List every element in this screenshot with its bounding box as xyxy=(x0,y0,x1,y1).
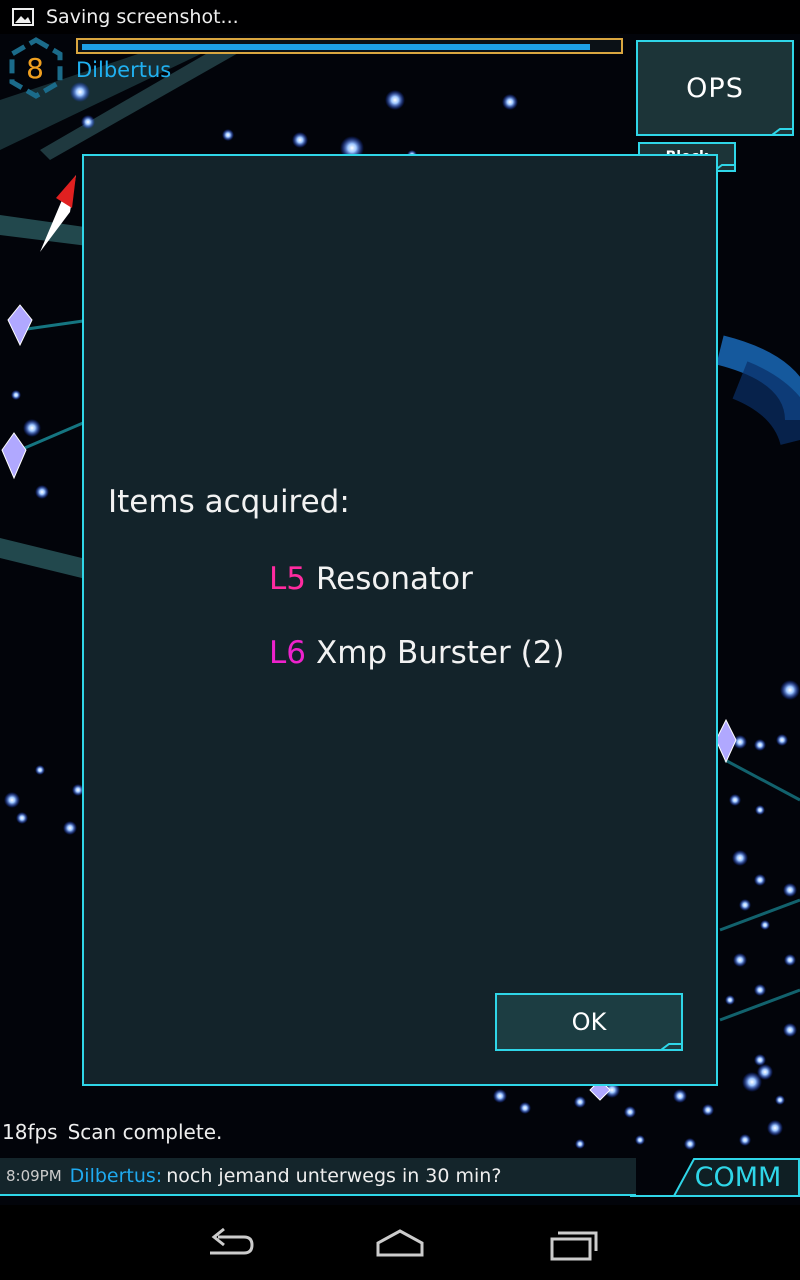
xm-particle xyxy=(767,1120,783,1136)
xm-particle xyxy=(23,419,41,437)
xm-particle xyxy=(783,883,797,897)
xm-particle xyxy=(574,1096,586,1108)
xm-particle xyxy=(292,132,308,148)
xm-particle xyxy=(16,812,28,824)
xm-particle xyxy=(70,82,90,102)
xm-particle xyxy=(35,765,45,775)
xm-particle xyxy=(776,734,788,746)
xm-particle xyxy=(519,1102,531,1114)
xm-particle xyxy=(754,984,766,996)
xm-particle xyxy=(725,995,735,1005)
home-icon[interactable] xyxy=(370,1223,430,1263)
ok-label: OK xyxy=(571,1008,607,1036)
xm-particle xyxy=(385,90,405,110)
agent-name[interactable]: Dilbertus xyxy=(76,58,171,82)
xm-bar-fill xyxy=(82,44,590,50)
xm-particle xyxy=(755,805,765,815)
xm-bar xyxy=(76,38,623,54)
image-icon xyxy=(12,8,34,26)
ops-button[interactable]: OPS xyxy=(636,40,794,136)
xm-particle xyxy=(81,115,95,129)
xm-particle xyxy=(702,1104,714,1116)
fps-counter: 18fps xyxy=(2,1120,58,1144)
xm-particle xyxy=(739,899,751,911)
xm-particle xyxy=(732,850,748,866)
xm-particle xyxy=(783,1023,797,1037)
item-name: Resonator xyxy=(316,561,473,597)
xm-particle xyxy=(739,1134,751,1146)
xm-particle xyxy=(780,680,800,700)
xm-particle xyxy=(635,1135,645,1145)
xm-particle xyxy=(35,485,49,499)
item-row: L6 Xmp Burster (2) xyxy=(269,635,565,671)
item-row: L5 Resonator xyxy=(269,561,473,597)
ok-button[interactable]: OK xyxy=(495,993,683,1051)
xm-particle xyxy=(760,920,770,930)
navigation-bar xyxy=(0,1205,800,1280)
item-name: Xmp Burster (2) xyxy=(316,635,565,671)
xm-particle xyxy=(11,390,21,400)
xm-particle xyxy=(502,94,518,110)
xm-particle xyxy=(775,1095,785,1105)
corner-notch xyxy=(661,1043,683,1051)
xm-particle xyxy=(733,953,747,967)
xm-particle xyxy=(784,954,796,966)
recents-icon[interactable] xyxy=(542,1223,602,1263)
xm-particle xyxy=(63,821,77,835)
xm-particle xyxy=(575,1139,585,1149)
comm-time: 8:09PM xyxy=(6,1167,62,1185)
xm-particle xyxy=(673,1089,687,1103)
xm-particle xyxy=(754,874,766,886)
xm-particle xyxy=(729,794,741,806)
xm-particle xyxy=(222,129,234,141)
xm-particle xyxy=(4,792,20,808)
xm-particle xyxy=(684,1138,696,1150)
item-level: L6 xyxy=(269,635,306,671)
comm-message: noch jemand unterwegs in 30 min? xyxy=(166,1165,502,1187)
notification-text: Saving screenshot... xyxy=(46,6,239,28)
ops-label: OPS xyxy=(686,72,744,104)
comm-latest-message[interactable]: 8:09PM Dilbertus: noch jemand unterwegs … xyxy=(0,1158,636,1196)
xm-particle xyxy=(754,739,766,751)
xm-particle xyxy=(624,1106,636,1118)
xm-particle xyxy=(757,1064,773,1080)
comm-bar: 8:09PM Dilbertus: noch jemand unterwegs … xyxy=(0,1158,800,1198)
comm-button[interactable]: COMM xyxy=(676,1158,800,1196)
comm-agent-name[interactable]: Dilbertus: xyxy=(70,1165,163,1187)
item-level: L5 xyxy=(269,561,306,597)
status-bar: Saving screenshot... xyxy=(0,0,800,34)
scan-message: Scan complete. xyxy=(67,1120,223,1144)
back-icon[interactable] xyxy=(200,1223,260,1263)
scan-status: 18fps Scan complete. xyxy=(2,1120,222,1144)
items-acquired-dialog: Items acquired: L5 Resonator L6 Xmp Burste… xyxy=(82,154,718,1086)
xm-particle xyxy=(493,1089,507,1103)
agent-level: 8 xyxy=(26,52,44,85)
dialog-title: Items acquired: xyxy=(108,484,350,520)
corner-notch xyxy=(772,128,794,136)
